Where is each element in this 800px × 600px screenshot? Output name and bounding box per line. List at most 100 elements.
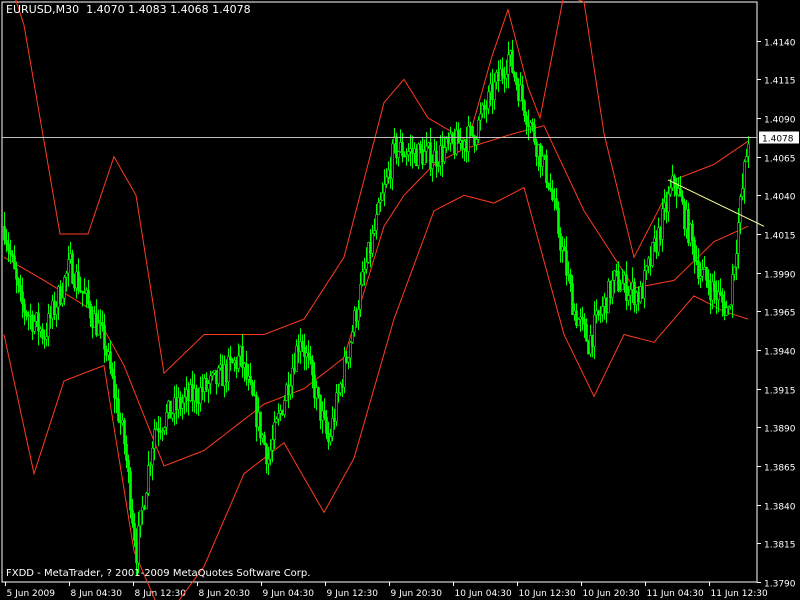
candle-body	[135, 540, 138, 564]
candle-body	[159, 430, 162, 433]
candle-body	[735, 253, 738, 268]
x-tick-label: 11 Jun 12:30	[711, 589, 768, 599]
x-tick-label: 8 Jun 12:30	[135, 589, 187, 599]
candle-body	[251, 381, 254, 395]
candle-body	[117, 398, 120, 422]
candle-body	[213, 370, 216, 374]
candle-body	[651, 242, 654, 266]
candle-body	[443, 147, 446, 162]
candle-body	[681, 196, 684, 203]
candle-body	[425, 145, 428, 152]
candle-body	[741, 188, 744, 197]
candle-body	[211, 372, 214, 377]
candle-body	[209, 375, 212, 384]
candle-body	[237, 355, 240, 369]
candle-body	[533, 124, 536, 143]
candle-body	[475, 139, 478, 146]
candle-body	[139, 510, 142, 527]
y-tick-label: 1.3965	[764, 309, 796, 319]
candle-body	[269, 449, 272, 460]
ohlc-values: 1.4070 1.4083 1.4068 1.4078	[86, 3, 251, 16]
candle-body	[521, 84, 524, 102]
candle-body	[385, 176, 388, 185]
candle-body	[185, 389, 188, 398]
x-tick-label: 10 Jun 04:30	[455, 589, 512, 599]
candle-body	[147, 465, 150, 494]
y-tick-label: 1.4090	[764, 116, 796, 126]
candle-body	[691, 224, 694, 241]
candle-body	[219, 364, 222, 369]
candle-body	[263, 434, 266, 445]
candle-body	[547, 182, 550, 189]
symbol-label: EURUSD,M30	[6, 3, 80, 16]
candle-body	[183, 396, 186, 404]
candle-body	[25, 311, 28, 317]
candle-body	[37, 312, 40, 332]
candle-body	[719, 291, 722, 295]
candle-body	[541, 155, 544, 167]
candle-body	[557, 207, 560, 234]
candle-body	[143, 506, 146, 510]
candle-body	[513, 72, 516, 78]
candle-body	[311, 359, 314, 376]
y-tick-label: 1.3990	[764, 271, 796, 281]
candle-body	[235, 360, 238, 369]
candle-body	[381, 192, 384, 201]
candle-body	[69, 253, 72, 260]
candle-body	[163, 427, 166, 432]
price-chart[interactable]: 1.4140 1.4115 1.4090 1.4065 1.4040 1.4015 1.39…	[0, 0, 800, 600]
candle-body	[611, 279, 614, 299]
candle-body	[107, 351, 110, 356]
candle-body	[371, 233, 374, 254]
candle-body	[123, 419, 126, 445]
y-tick-label: 1.3915	[764, 387, 796, 397]
candle-body	[477, 119, 480, 140]
candle-body	[617, 270, 620, 292]
candle-body	[271, 439, 274, 451]
candle-body	[253, 394, 256, 397]
candle-body	[629, 289, 632, 296]
y-tick-label: 1.3815	[764, 541, 796, 551]
candle-body	[223, 364, 226, 387]
candle-body	[101, 322, 104, 326]
candle-body	[737, 222, 740, 254]
candle-body	[191, 384, 194, 402]
y-tick-label: 1.3840	[764, 503, 796, 513]
candle-body	[359, 284, 362, 310]
candle-body	[661, 208, 664, 240]
candle-body	[307, 352, 310, 357]
candle-body	[115, 397, 118, 400]
candle-body	[419, 143, 422, 150]
candle-body	[165, 412, 168, 428]
candle-body	[693, 239, 696, 262]
candle-body	[193, 388, 196, 402]
candle-body	[225, 364, 228, 382]
candle-body	[571, 283, 574, 316]
candle-body	[45, 336, 48, 340]
candle-body	[747, 143, 750, 157]
candle-body	[161, 430, 164, 433]
bollinger-upper-band	[15, 0, 749, 375]
candle-body	[431, 162, 434, 169]
y-tick-label: 1.3940	[764, 348, 796, 358]
candle-body	[149, 464, 152, 467]
candle-body	[189, 384, 192, 402]
candle-body	[621, 283, 624, 291]
candle-body	[515, 76, 518, 85]
candle-body	[141, 506, 144, 512]
copyright-footer: FXDD - MetaTrader, ? 2001-2009 MetaQuote…	[6, 568, 311, 579]
candle-body	[195, 388, 198, 403]
candle-body	[171, 413, 174, 419]
y-tick-label: 1.4065	[764, 155, 796, 165]
y-tick-label: 1.4115	[764, 77, 796, 87]
candle-body	[3, 226, 6, 241]
candle-body	[127, 459, 130, 473]
candle-body	[699, 275, 702, 279]
candle-body	[705, 266, 708, 281]
x-tick-label: 5 Jun 2009	[7, 589, 56, 599]
candle-body	[667, 193, 670, 213]
candle-body	[125, 443, 128, 461]
candle-body	[81, 290, 84, 293]
candle-body	[137, 525, 140, 564]
candle-body	[361, 271, 364, 285]
